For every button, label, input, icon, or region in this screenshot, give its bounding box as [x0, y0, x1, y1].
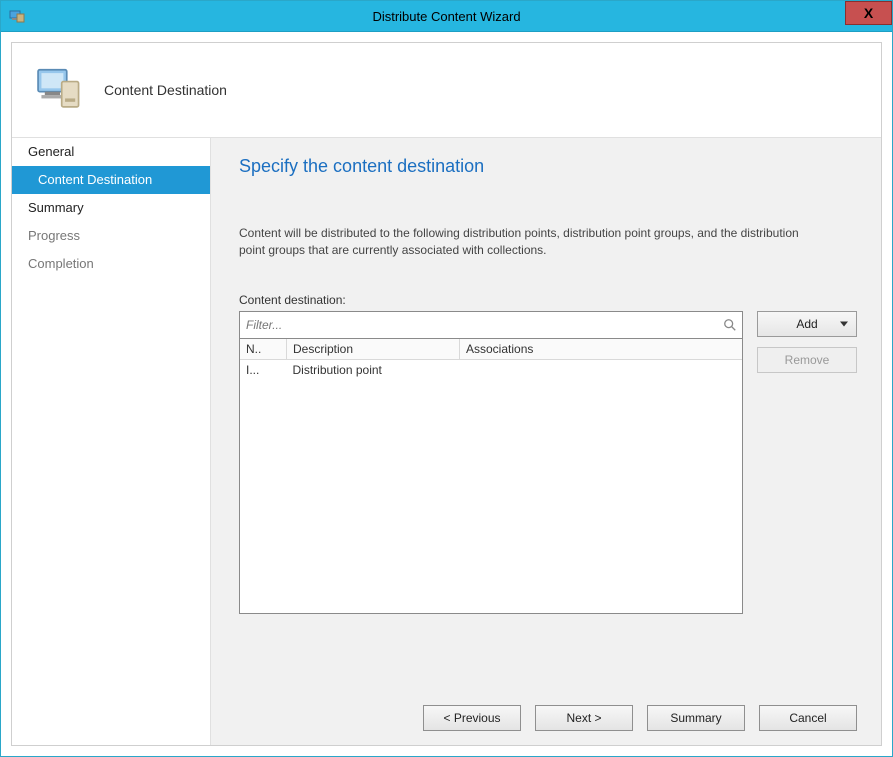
step-label: Content Destination: [38, 172, 152, 187]
wizard-inner: Content Destination General Content Dest…: [11, 42, 882, 746]
app-icon: [9, 8, 25, 24]
step-progress[interactable]: Progress: [12, 222, 210, 250]
add-button[interactable]: Add: [757, 311, 857, 337]
filter-box: [239, 311, 743, 339]
content-destination-list-area: N.. Description Associations I... Distri…: [239, 311, 743, 614]
column-header-description[interactable]: Description: [287, 339, 460, 360]
step-general[interactable]: General: [12, 138, 210, 166]
step-label: Progress: [28, 228, 80, 243]
close-icon: X: [864, 5, 873, 21]
content-destination-label: Content destination:: [239, 293, 857, 307]
wizard-header: Content Destination: [12, 43, 881, 138]
window-title: Distribute Content Wizard: [1, 9, 892, 24]
chevron-down-icon: [840, 321, 848, 326]
wizard-main-panel: Specify the content destination Content …: [211, 138, 881, 745]
remove-button-label: Remove: [785, 353, 830, 367]
wizard-window: Distribute Content Wizard X Content Dest…: [0, 0, 893, 757]
wizard-body: General Content Destination Summary Prog…: [12, 138, 881, 745]
previous-button[interactable]: < Previous: [423, 705, 521, 731]
step-completion[interactable]: Completion: [12, 250, 210, 278]
step-content-destination[interactable]: Content Destination: [12, 166, 210, 194]
next-button[interactable]: Next >: [535, 705, 633, 731]
close-button[interactable]: X: [845, 1, 892, 25]
header-icon: [30, 63, 90, 117]
content-destination-buttons: Add Remove: [757, 311, 857, 373]
titlebar: Distribute Content Wizard X: [1, 1, 892, 32]
step-label: Summary: [28, 200, 84, 215]
main-heading: Specify the content destination: [239, 156, 857, 177]
cell-name: I...: [240, 359, 287, 380]
step-label: Completion: [28, 256, 94, 271]
wizard-steps-sidebar: General Content Destination Summary Prog…: [12, 138, 211, 745]
wizard-footer: < Previous Next > Summary Cancel: [239, 677, 857, 731]
cancel-button[interactable]: Cancel: [759, 705, 857, 731]
header-title: Content Destination: [104, 82, 227, 98]
main-description: Content will be distributed to the follo…: [239, 225, 799, 259]
cell-description: Distribution point: [287, 359, 460, 380]
step-summary[interactable]: Summary: [12, 194, 210, 222]
content-destination-table-wrap: N.. Description Associations I... Distri…: [239, 339, 743, 614]
step-label: General: [28, 144, 74, 159]
content-destination-table: N.. Description Associations I... Distri…: [240, 339, 742, 380]
add-button-label: Add: [796, 317, 817, 331]
search-icon[interactable]: [722, 317, 738, 333]
content-destination-row: N.. Description Associations I... Distri…: [239, 311, 857, 614]
summary-button[interactable]: Summary: [647, 705, 745, 731]
remove-button: Remove: [757, 347, 857, 373]
filter-input[interactable]: [244, 317, 722, 333]
column-header-name[interactable]: N..: [240, 339, 287, 360]
table-row[interactable]: I... Distribution point: [240, 359, 742, 380]
cell-associations: [460, 359, 743, 380]
column-header-associations[interactable]: Associations: [460, 339, 743, 360]
